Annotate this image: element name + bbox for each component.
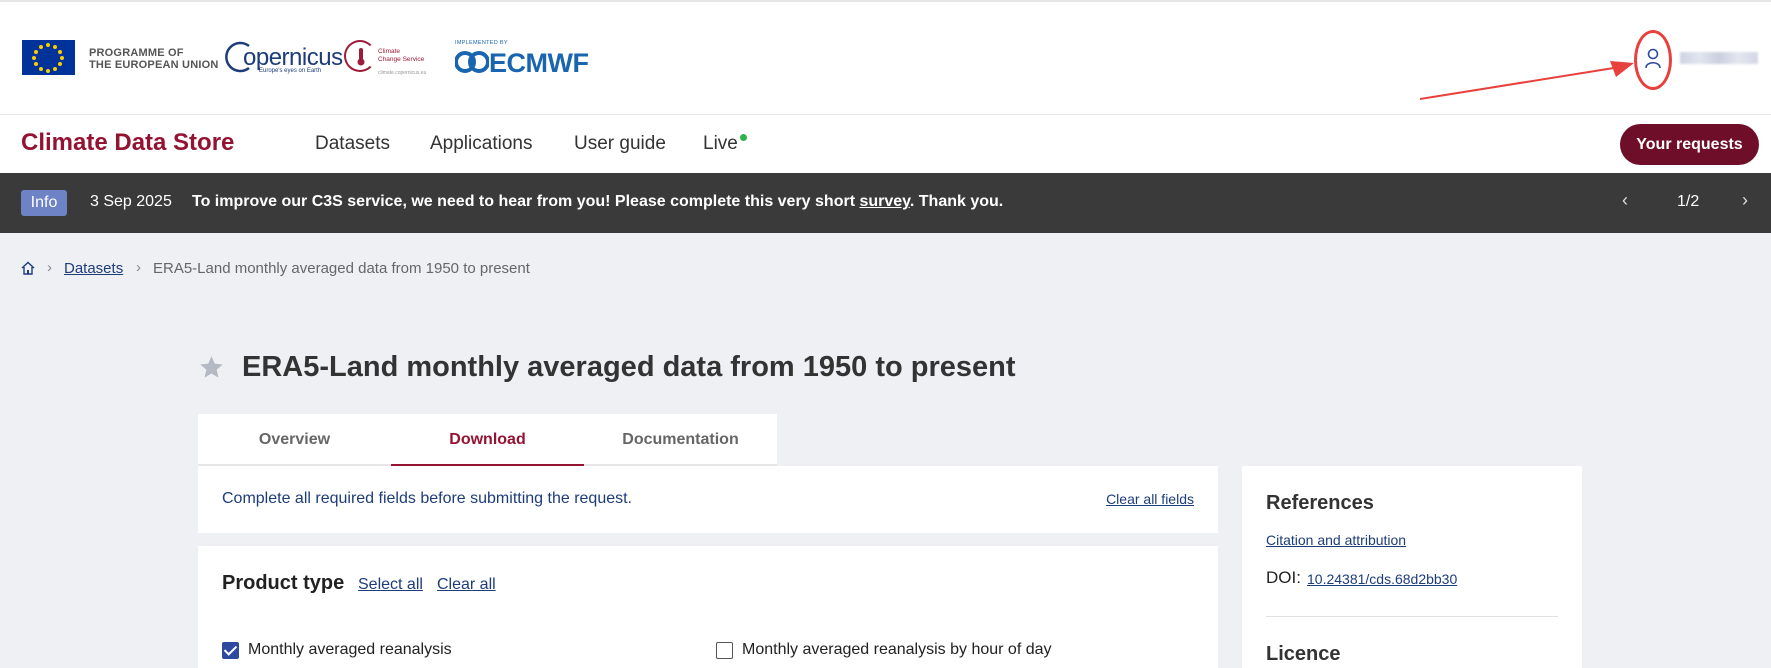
checkbox-monthly-averaged-reanalysis-by-hour[interactable] bbox=[716, 642, 733, 659]
user-name-blurred[interactable] bbox=[1680, 52, 1758, 64]
banner-page-count: 1/2 bbox=[1677, 193, 1700, 210]
references-heading: References bbox=[1266, 492, 1374, 514]
notice-text: Complete all required fields before subm… bbox=[222, 490, 632, 507]
licence-heading: Licence bbox=[1266, 643, 1341, 665]
nav-item-live[interactable]: Live bbox=[703, 133, 738, 155]
required-fields-notice: Complete all required fields before subm… bbox=[198, 466, 1218, 533]
user-icon[interactable] bbox=[1644, 48, 1662, 70]
citation-link[interactable]: Citation and attribution bbox=[1266, 532, 1406, 548]
info-banner: Info 3 Sep 2025 To improve our C3S servi… bbox=[0, 173, 1771, 233]
checkbox-label[interactable]: Monthly averaged reanalysis bbox=[248, 641, 452, 659]
product-type-heading: Product type bbox=[222, 572, 345, 594]
breadcrumb-separator: › bbox=[136, 259, 141, 276]
user-account-area[interactable] bbox=[1634, 30, 1764, 90]
banner-date: 3 Sep 2025 bbox=[90, 193, 172, 210]
doi-link[interactable]: 10.24381/cds.68d2bb30 bbox=[1307, 571, 1457, 587]
main-nav: Climate Data Store Datasets Applications… bbox=[0, 114, 1771, 173]
select-all-link[interactable]: Select all bbox=[358, 576, 423, 594]
doi-label: DOI: bbox=[1266, 568, 1301, 587]
site-brand-link[interactable]: Climate Data Store bbox=[21, 129, 234, 157]
breadcrumb-datasets-link[interactable]: Datasets bbox=[64, 260, 123, 277]
home-icon[interactable] bbox=[20, 260, 36, 276]
thermometer-icon bbox=[357, 48, 365, 66]
your-requests-button[interactable]: Your requests bbox=[1620, 124, 1759, 165]
top-logo-bar: PROGRAMME OF THE EUROPEAN UNION opernicu… bbox=[0, 0, 1771, 114]
product-type-panel: Product type Select all Clear all Monthl… bbox=[198, 546, 1218, 668]
survey-link[interactable]: survey bbox=[859, 193, 909, 210]
tab-download[interactable]: Download bbox=[391, 414, 584, 466]
clear-all-link[interactable]: Clear all bbox=[437, 576, 496, 594]
nav-item-applications[interactable]: Applications bbox=[430, 133, 532, 155]
breadcrumb-current: ERA5-Land monthly averaged data from 195… bbox=[153, 260, 530, 277]
info-badge: Info bbox=[21, 190, 67, 216]
copernicus-logo[interactable]: opernicus Europe's eyes on Earth bbox=[225, 38, 343, 78]
c3s-logo[interactable]: Climate Change Service climate.copernicu… bbox=[344, 38, 434, 78]
live-status-dot bbox=[740, 134, 747, 141]
breadcrumb: › Datasets › ERA5-Land monthly averaged … bbox=[20, 259, 620, 281]
page-title: ERA5-Land monthly averaged data from 195… bbox=[242, 351, 1016, 383]
nav-item-user-guide[interactable]: User guide bbox=[574, 133, 666, 155]
divider bbox=[1266, 616, 1558, 617]
checkbox-monthly-averaged-reanalysis[interactable] bbox=[222, 642, 239, 659]
clear-all-fields-link[interactable]: Clear all fields bbox=[1106, 491, 1194, 507]
tab-overview[interactable]: Overview bbox=[198, 414, 391, 466]
checkbox-label[interactable]: Monthly averaged reanalysis by hour of d… bbox=[742, 641, 1052, 659]
ecmwf-logo[interactable]: IMPLEMENTED BY ECMWF bbox=[455, 38, 595, 78]
nav-item-datasets[interactable]: Datasets bbox=[315, 133, 390, 155]
banner-message: To improve our C3S service, we need to h… bbox=[192, 193, 1004, 210]
eu-flag-logo bbox=[22, 40, 75, 75]
breadcrumb-separator: › bbox=[47, 259, 52, 276]
tab-documentation[interactable]: Documentation bbox=[584, 414, 777, 466]
favorite-star-icon[interactable] bbox=[198, 354, 225, 381]
banner-next-button[interactable]: › bbox=[1742, 190, 1748, 211]
ecmwf-swirl-icon bbox=[455, 51, 489, 73]
banner-prev-button[interactable]: ‹ bbox=[1622, 190, 1628, 211]
references-sidebar: References Citation and attribution DOI:… bbox=[1242, 466, 1582, 668]
dataset-tabs: Overview Download Documentation bbox=[198, 414, 777, 466]
eu-programme-text: PROGRAMME OF THE EUROPEAN UNION bbox=[89, 47, 219, 71]
annotation-arrow bbox=[1420, 61, 1634, 100]
